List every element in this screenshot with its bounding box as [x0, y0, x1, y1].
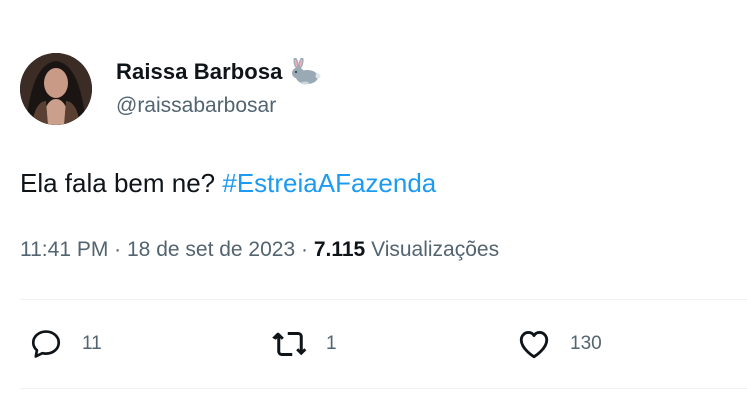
display-name[interactable]: Raissa Barbosa: [116, 59, 283, 85]
divider: [20, 299, 747, 300]
retweet-count: 1: [326, 333, 337, 354]
heart-icon: [516, 326, 552, 362]
tweet-date[interactable]: 18 de set de 2023: [127, 238, 295, 261]
hashtag-link[interactable]: #EstreiaAFazenda: [222, 168, 436, 198]
meta-separator: ·: [114, 238, 127, 261]
user-handle[interactable]: @raissabarbosar: [116, 94, 276, 118]
retweet-arrows-icon: [272, 326, 308, 362]
user-name-row[interactable]: Raissa Barbosa: [116, 57, 321, 86]
tweet-card: Raissa Barbosa @raissabarbosar Ela fala …: [0, 0, 747, 420]
views-label: Visualizações: [371, 238, 500, 261]
tweet-text-body: Ela fala bem ne?: [20, 168, 223, 198]
reply-count: 11: [82, 333, 102, 354]
retweet-button[interactable]: 1: [272, 326, 337, 362]
tweet-meta: 11:41 PM · 18 de set de 2023 · 7.115 Vis…: [20, 238, 499, 262]
views-count: 7.115: [313, 238, 366, 261]
tweet-time[interactable]: 11:41 PM: [20, 238, 108, 261]
meta-separator: ·: [301, 238, 314, 261]
rabbit-emoji-icon: [289, 57, 321, 86]
reply-button[interactable]: 11: [28, 326, 102, 362]
tweet-text: Ela fala bem ne? #EstreiaAFazenda: [20, 168, 436, 199]
divider: [20, 388, 747, 389]
comment-bubble-icon: [28, 326, 64, 362]
like-count: 130: [570, 333, 602, 354]
like-button[interactable]: 130: [516, 326, 602, 362]
avatar[interactable]: [20, 53, 92, 125]
